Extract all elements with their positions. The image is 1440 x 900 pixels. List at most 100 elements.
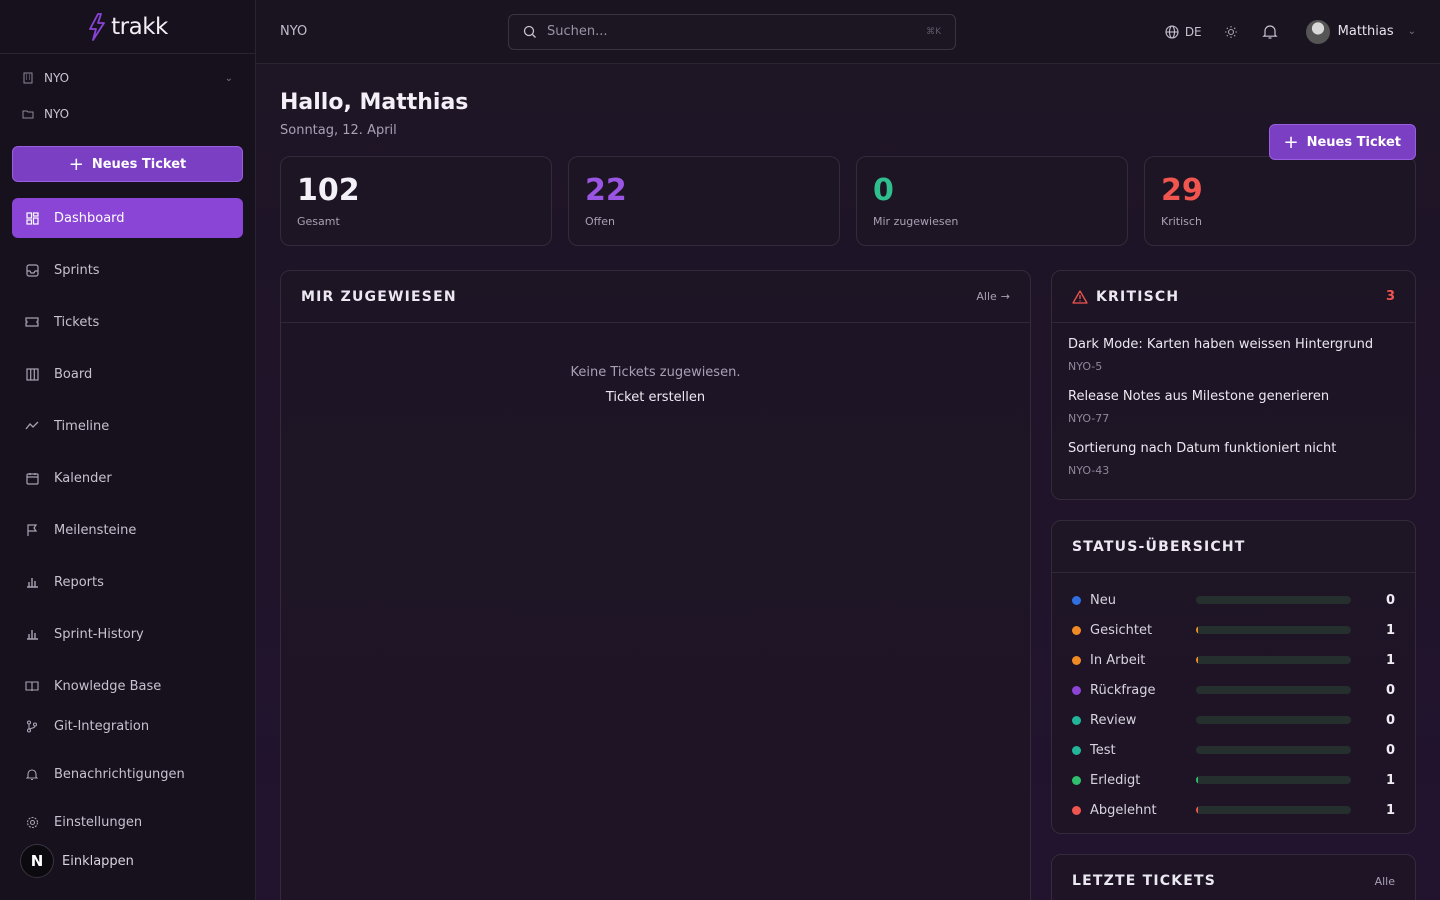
critical-ticket[interactable]: Release Notes aus Milestone generieren N…	[1068, 389, 1399, 425]
language-switcher[interactable]: DE	[1165, 25, 1202, 39]
sidebar-item-sprints[interactable]: Sprints	[12, 250, 243, 290]
critical-ticket[interactable]: Sortierung nach Datum funktioniert nicht…	[1068, 441, 1399, 477]
sidebar-item-sprint-history[interactable]: Sprint-History	[12, 614, 243, 654]
status-count: 1	[1385, 652, 1395, 668]
status-progress-fill	[1196, 626, 1198, 634]
status-dot	[1072, 685, 1081, 695]
stat-value: 102	[297, 173, 360, 208]
sidebar-item-label: Dashboard	[54, 210, 125, 226]
flag-icon	[24, 523, 40, 537]
logo-text: trakk	[111, 13, 168, 40]
sidebar-nav: Dashboard Sprints Tickets Board Timeline…	[0, 198, 255, 842]
stat-label: Gesamt	[297, 215, 340, 228]
calendar-icon	[24, 472, 40, 485]
folder-icon	[22, 110, 34, 119]
status-count: 0	[1385, 682, 1395, 698]
bolt-icon	[89, 12, 106, 41]
sidebar-item-board[interactable]: Board	[12, 354, 243, 394]
last-tickets-card: LETZTE TICKETS Alle	[1051, 854, 1416, 900]
search-box[interactable]: ⌘K	[508, 13, 956, 50]
chevron-down-icon: ⌄	[224, 72, 233, 84]
critical-card: KRITISCH 3 Dark Mode: Karten haben weiss…	[1051, 270, 1416, 500]
sidebar-item-knowledge-base[interactable]: Knowledge Base	[12, 666, 243, 706]
collapse-sidebar-button[interactable]: N Einklappen	[20, 844, 134, 878]
status-progress-bar	[1196, 746, 1351, 754]
sidebar-item-git-integration[interactable]: Git-Integration	[12, 706, 243, 746]
sidebar-item-reports[interactable]: Reports	[12, 562, 243, 602]
sidebar-item-kalender[interactable]: Kalender	[12, 458, 243, 498]
view-all-link[interactable]: Alle	[1375, 875, 1395, 888]
status-name: Erledigt	[1090, 772, 1141, 788]
plus-icon: +	[1283, 131, 1299, 153]
status-dot	[1072, 715, 1081, 725]
project-selector[interactable]: NYO	[0, 96, 255, 132]
logo[interactable]: trakk	[0, 0, 255, 54]
status-count: 0	[1385, 592, 1395, 608]
status-row[interactable]: Review 0	[1072, 705, 1395, 735]
sidebar-item-meilensteine[interactable]: Meilensteine	[12, 510, 243, 550]
user-menu[interactable]: Matthias ⌄	[1305, 19, 1416, 44]
ticket-title: Release Notes aus Milestone generieren	[1068, 389, 1330, 404]
assigned-card: MIR ZUGEWIESEN Alle → Keine Tickets zuge…	[280, 270, 1031, 900]
create-ticket-link[interactable]: Ticket erstellen	[281, 390, 1030, 405]
critical-ticket[interactable]: Dark Mode: Karten haben weissen Hintergr…	[1068, 337, 1399, 373]
status-row[interactable]: Erledigt 1	[1072, 765, 1395, 795]
new-ticket-button[interactable]: + Neues Ticket	[1268, 124, 1416, 160]
sidebar-item-timeline[interactable]: Timeline	[12, 406, 243, 446]
sidebar-item-label: Kalender	[54, 470, 112, 486]
status-progress-bar	[1196, 806, 1351, 814]
status-progress-bar	[1196, 686, 1351, 694]
stat-value: 22	[585, 173, 627, 208]
view-all-link[interactable]: Alle →	[976, 290, 1010, 303]
dashboard-icon	[24, 211, 40, 225]
status-dot	[1072, 625, 1081, 635]
status-row[interactable]: Neu 0	[1072, 585, 1395, 615]
status-row[interactable]: In Arbeit 1	[1072, 645, 1395, 675]
new-ticket-sidebar-button[interactable]: + Neues Ticket	[12, 146, 243, 182]
new-ticket-label: Neues Ticket	[1306, 134, 1401, 150]
stat-card-assigned[interactable]: 0 Mir zugewiesen	[856, 156, 1128, 246]
chevron-down-icon: ⌄	[1407, 26, 1416, 37]
ticket-title: Sortierung nach Datum funktioniert nicht	[1068, 441, 1337, 456]
card-title: LETZTE TICKETS	[1072, 873, 1217, 889]
git-icon	[24, 719, 40, 733]
status-dot	[1072, 745, 1081, 755]
workspace-selector[interactable]: NYO ⌄	[0, 60, 255, 96]
status-row[interactable]: Rückfrage 0	[1072, 675, 1395, 705]
globe-icon	[1165, 24, 1179, 39]
breadcrumb[interactable]: NYO	[280, 24, 508, 39]
sidebar-item-einstellungen[interactable]: Einstellungen	[12, 802, 243, 842]
plus-icon: +	[68, 153, 84, 175]
stat-value: 29	[1161, 173, 1203, 208]
language-label: DE	[1184, 24, 1202, 39]
status-count: 1	[1385, 772, 1395, 788]
sidebar-item-dashboard[interactable]: Dashboard	[12, 198, 243, 238]
status-row[interactable]: Gesichtet 1	[1072, 615, 1395, 645]
sidebar-item-tickets[interactable]: Tickets	[12, 302, 243, 342]
project-name: NYO	[44, 107, 70, 121]
sidebar-item-benachrichtigungen[interactable]: Benachrichtigungen	[12, 754, 243, 794]
stat-card-open[interactable]: 22 Offen	[568, 156, 840, 246]
workspace-name: NYO	[44, 71, 70, 85]
sidebar-item-label: Sprint-History	[54, 626, 144, 642]
sidebar-item-label: Timeline	[54, 418, 110, 434]
stat-card-total[interactable]: 102 Gesamt	[280, 156, 552, 246]
critical-count-badge: 3	[1385, 289, 1395, 304]
stats-row: 102 Gesamt 22 Offen 0 Mir zugewiesen 29 …	[280, 156, 1416, 246]
avatar[interactable]: N	[20, 844, 54, 878]
status-count: 1	[1385, 802, 1395, 818]
avatar	[1305, 19, 1330, 44]
board-icon	[24, 367, 40, 381]
bell-icon[interactable]	[1261, 24, 1278, 40]
chart-icon	[24, 628, 40, 640]
topbar: NYO ⌘K DE Matthias	[256, 0, 1440, 64]
search-input[interactable]	[547, 24, 917, 39]
date-label: Sonntag, 12. April	[280, 123, 397, 138]
status-row[interactable]: Abgelehnt 1	[1072, 795, 1395, 825]
status-progress-fill	[1196, 776, 1198, 784]
theme-toggle-icon[interactable]	[1224, 25, 1238, 39]
stat-label: Offen	[585, 215, 615, 228]
stat-card-critical[interactable]: 29 Kritisch	[1144, 156, 1416, 246]
sprints-icon	[24, 263, 40, 277]
status-row[interactable]: Test 0	[1072, 735, 1395, 765]
